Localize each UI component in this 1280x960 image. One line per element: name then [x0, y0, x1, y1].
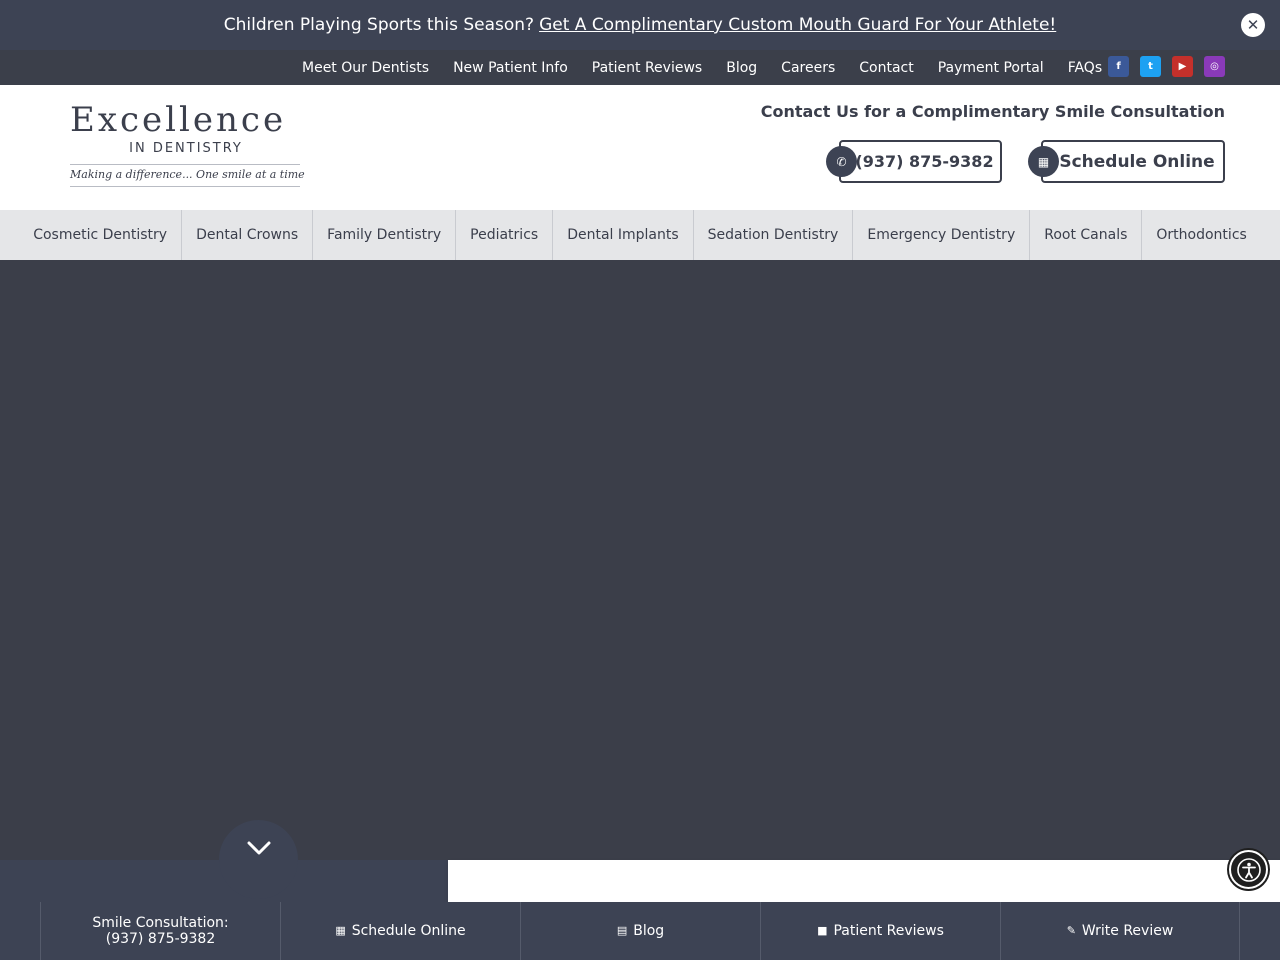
services-nav: Cosmetic Dentistry Dental Crowns Family … — [0, 210, 1280, 260]
bottom-blog[interactable]: ▤ Blog — [520, 902, 760, 960]
nav-meet-our-dentists[interactable]: Meet Our Dentists — [290, 60, 441, 76]
bottom-blog-label: Blog — [633, 923, 665, 939]
schedule-button-label: Schedule Online — [1059, 151, 1215, 172]
service-root-canals[interactable]: Root Canals — [1030, 210, 1143, 260]
mouth-guard-offer-link[interactable]: Get A Complimentary Custom Mouth Guard F… — [539, 15, 1056, 35]
bottom-reviews-label: Patient Reviews — [833, 923, 944, 939]
instagram-icon[interactable]: ◎ — [1204, 56, 1225, 77]
twitter-icon[interactable]: t — [1140, 56, 1161, 77]
bottom-write-review-label: Write Review — [1081, 923, 1174, 939]
announcement-text: Children Playing Sports this Season? — [223, 15, 535, 35]
logo[interactable]: Excellence IN DENTISTRY Making a differe… — [70, 100, 305, 187]
calendar-icon: ▦ — [335, 924, 346, 937]
logo-divider — [70, 164, 300, 165]
comment-icon: ■ — [817, 924, 828, 937]
smile-consultation-call[interactable]: Smile Consultation: (937) 875-9382 — [40, 902, 280, 960]
hero-banner — [0, 260, 1280, 860]
nav-contact[interactable]: Contact — [847, 60, 925, 76]
service-emergency-dentistry[interactable]: Emergency Dentistry — [853, 210, 1031, 260]
facebook-icon[interactable]: f — [1108, 56, 1129, 77]
chevron-down-icon — [247, 841, 270, 855]
accessibility-icon — [1231, 852, 1266, 887]
announcement-bar: Children Playing Sports this Season? Get… — [0, 0, 1280, 50]
logo-tagline: Making a difference... One smile at a ti… — [70, 168, 305, 181]
bottom-write-review[interactable]: ✎ Write Review — [1000, 902, 1240, 960]
bottom-schedule-online[interactable]: ▦ Schedule Online — [280, 902, 520, 960]
nav-patient-reviews[interactable]: Patient Reviews — [580, 60, 714, 76]
document-icon: ▤ — [616, 924, 628, 937]
logo-divider — [70, 186, 300, 187]
nav-payment-portal[interactable]: Payment Portal — [926, 60, 1056, 76]
utility-nav: Meet Our Dentists New Patient Info Patie… — [0, 50, 1280, 85]
logo-subtitle: IN DENTISTRY — [129, 141, 243, 156]
service-pediatrics[interactable]: Pediatrics — [456, 210, 554, 260]
service-dental-crowns[interactable]: Dental Crowns — [182, 210, 314, 260]
bottom-patient-reviews[interactable]: ■ Patient Reviews — [760, 902, 1000, 960]
service-dental-implants[interactable]: Dental Implants — [553, 210, 694, 260]
schedule-online-button[interactable]: ▦ Schedule Online — [1028, 140, 1225, 183]
bottom-schedule-label: Schedule Online — [351, 923, 466, 939]
phone-icon: ✆ — [826, 146, 857, 177]
site-header: Excellence IN DENTISTRY Making a differe… — [0, 85, 1280, 210]
accessibility-button[interactable] — [1227, 848, 1270, 891]
youtube-icon[interactable]: ▶ — [1172, 56, 1193, 77]
nav-careers[interactable]: Careers — [769, 60, 847, 76]
service-sedation-dentistry[interactable]: Sedation Dentistry — [694, 210, 854, 260]
phone-button-label: (937) 875-9382 — [855, 152, 994, 171]
bottom-action-bar: Smile Consultation: (937) 875-9382 ▦ Sch… — [0, 902, 1280, 960]
consult-phone: (937) 875-9382 — [105, 931, 216, 947]
scroll-down-button[interactable] — [219, 820, 298, 899]
service-orthodontics[interactable]: Orthodontics — [1142, 210, 1260, 260]
calendar-icon: ▦ — [1028, 146, 1059, 177]
contact-heading: Contact Us for a Complimentary Smile Con… — [760, 102, 1225, 121]
logo-wordmark: Excellence — [70, 100, 287, 140]
hero-content-strip — [448, 860, 1280, 902]
service-cosmetic-dentistry[interactable]: Cosmetic Dentistry — [19, 210, 183, 260]
social-links: f t ▶ ◎ — [1108, 56, 1225, 77]
phone-button[interactable]: ✆ (937) 875-9382 — [826, 140, 1002, 183]
nav-blog[interactable]: Blog — [714, 60, 769, 76]
close-icon[interactable]: ✕ — [1241, 13, 1265, 37]
consult-label: Smile Consultation: — [92, 915, 229, 931]
service-family-dentistry[interactable]: Family Dentistry — [313, 210, 457, 260]
pencil-icon: ✎ — [1066, 924, 1076, 937]
nav-faqs[interactable]: FAQs — [1056, 60, 1114, 76]
nav-new-patient-info[interactable]: New Patient Info — [441, 60, 580, 76]
